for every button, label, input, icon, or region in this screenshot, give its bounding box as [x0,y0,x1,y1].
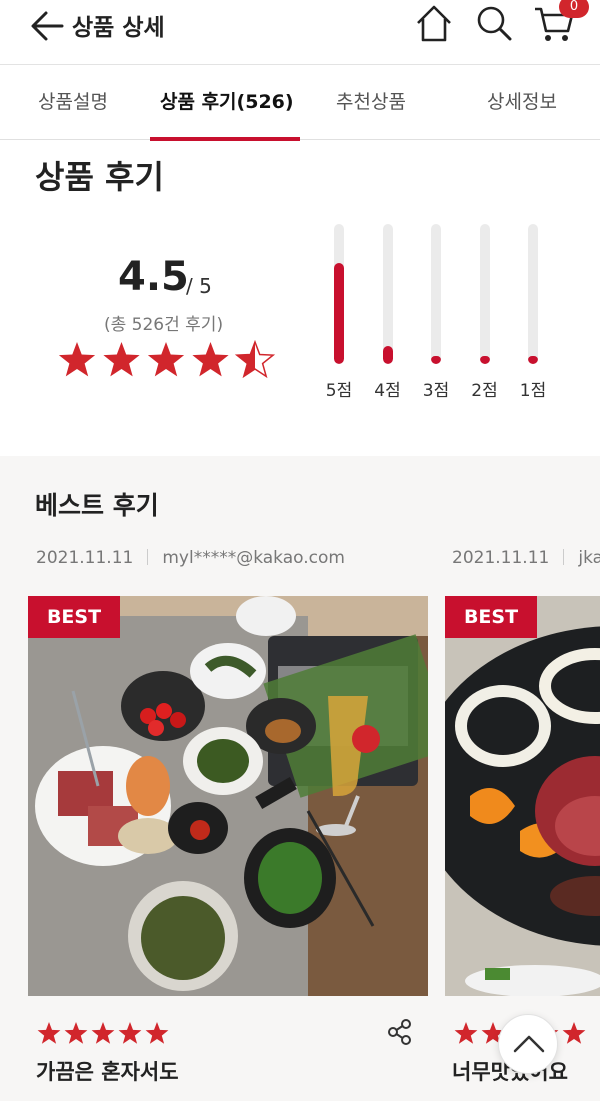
rating-bar-fill [382,346,393,364]
review-meta: 2021.11.11 myl*****@kakao.com [36,548,345,568]
home-icon[interactable] [414,3,454,43]
review-date: 2021.11.11 [452,548,550,568]
active-tab-indicator [150,137,300,141]
rating-bar [479,224,490,364]
review-user: jka [578,548,600,568]
best-tag: BEST [28,596,120,638]
review-meta: 2021.11.11 jka [452,548,600,568]
star-icon [37,1022,61,1044]
rating-bar [431,224,441,364]
rating-bar [334,224,344,364]
star-icon [145,1022,169,1044]
rating-bar-fill [528,356,538,364]
star-icon [147,342,185,377]
review-card[interactable]: BEST [445,596,600,996]
review-count: (총 526건 후기) [104,315,224,335]
scroll-top-button[interactable] [498,1014,558,1074]
best-tag: BEST [445,596,537,638]
review-card[interactable]: BEST [28,596,428,996]
score-max: / 5 [186,274,212,298]
rating-bar-label: 5점 [325,381,353,401]
star-icon [192,342,229,377]
star-icon [118,1022,142,1044]
search-icon[interactable] [474,3,514,43]
tab-reviews[interactable]: 상품 후기(526) [160,87,294,114]
tab-description[interactable]: 상품설명 [38,87,108,114]
page-title: 상품 상세 [72,15,165,41]
rating-stars [58,340,276,379]
review-date: 2021.11.11 [36,548,134,568]
best-reviews-title: 베스트 후기 [35,491,159,520]
rating-bar-label: 1점 [519,381,547,401]
review-photo[interactable] [445,596,600,996]
average-score: 4.5 [118,254,189,300]
review-stars [37,1022,169,1044]
star-icon [91,1022,115,1044]
divider [147,549,149,565]
divider [563,549,565,565]
rating-bar [382,224,393,364]
review-photo[interactable] [28,596,428,996]
rating-bar-label: 4점 [374,381,401,401]
tab-details[interactable]: 상세정보 [487,87,557,114]
cart-count-badge: 0 [559,0,589,18]
rating-bar-fill [334,263,344,364]
best-reviews-section: 베스트 후기 2021.11.11 myl*****@kakao.com 2021… [0,456,600,1101]
back-arrow-icon[interactable] [28,6,68,46]
star-icon [454,1022,478,1044]
rating-bar-label: 2점 [471,381,498,401]
rating-bar [528,224,538,364]
star-icon [64,1022,88,1044]
star-icon [103,342,140,377]
rating-bar-fill [431,356,441,364]
review-title[interactable]: 가끔은 혼자서도 [36,1056,179,1086]
chevron-up-icon [513,1035,545,1053]
review-user: myl*****@kakao.com [162,548,345,568]
star-icon [562,1022,586,1044]
reviews-section-title: 상품 후기 [35,158,164,196]
tab-recommended[interactable]: 추천상품 [336,87,406,114]
tab-bar: 상품설명 상품 후기(526) 추천상품 상세정보 [0,64,600,141]
rating-bar-fill [479,356,490,364]
star-icon [58,342,96,377]
rating-distribution: 5점 4점 3점 2점 1점 [318,222,558,402]
app-header: 상품 상세 0 [0,0,600,64]
share-icon[interactable] [386,1018,414,1046]
rating-bar-label: 3점 [422,381,450,401]
